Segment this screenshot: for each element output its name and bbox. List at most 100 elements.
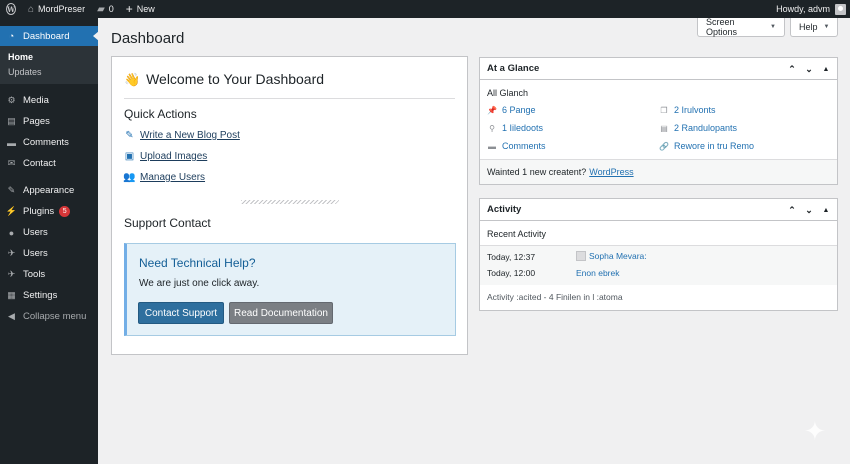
sidebar-item-tools[interactable]: ✈ Tools: [0, 264, 98, 285]
glance-item[interactable]: 🔗 Rewore in tru Remo: [659, 141, 754, 151]
plugins-update-badge: 5: [59, 206, 71, 217]
sidebar-item-users-2[interactable]: ✈ Users: [0, 243, 98, 264]
move-up-icon[interactable]: ⌃: [787, 205, 797, 216]
my-account[interactable]: Howdy, advm: [776, 3, 850, 15]
move-down-icon[interactable]: ⌄: [804, 205, 814, 216]
activity-time: Today, 12:37: [487, 252, 536, 262]
screen-options-label: Screen Options: [706, 17, 738, 37]
sidebar-item-label: Media: [23, 95, 49, 106]
glance-item[interactable]: ❐ 2 Irulvonts: [659, 105, 716, 115]
submenu-updates[interactable]: Updates: [0, 65, 98, 80]
manage-users-link[interactable]: 👥 Manage Users: [123, 172, 205, 183]
location-icon: ⚲: [489, 123, 495, 133]
comments-icon: ▬: [7, 137, 16, 148]
glance-item-label: 6 Pange: [502, 105, 536, 115]
activity-list: Today, 12:37 Sopha Mevara: Today, 12:00 …: [480, 245, 837, 285]
glance-item-label: 2 Irulvonts: [674, 105, 716, 115]
sidebar-item-label: Pages: [23, 116, 50, 127]
plugins-icon: ⚡: [5, 206, 18, 216]
caret-down-icon: ▼: [823, 24, 830, 30]
site-name-link[interactable]: ⌂ MordPreser: [22, 0, 91, 18]
list-icon: ▤: [660, 123, 668, 133]
wordpress-link[interactable]: WordPress: [589, 167, 633, 177]
dashboard-submenu: Home Updates: [0, 46, 98, 84]
sidebar-item-appearance[interactable]: ✎ Appearance: [0, 180, 98, 201]
sidebar-item-pages[interactable]: ▤ Pages: [0, 111, 98, 132]
comment-bubble-icon: ▰: [97, 3, 105, 15]
comments-count: 0: [108, 4, 114, 14]
pin-icon: 📌: [487, 105, 497, 115]
upload-images-label: Upload Images: [140, 151, 208, 162]
upload-images-link[interactable]: ▣ Upload Images: [124, 151, 208, 162]
users-icon: 👥: [123, 172, 136, 183]
glance-item[interactable]: 📌 6 Pange: [487, 105, 536, 115]
activity-item[interactable]: Sopha Mevara:: [576, 251, 647, 261]
howdy-text: Howdy, advm: [776, 4, 830, 14]
wordpress-logo-icon[interactable]: W: [0, 0, 22, 18]
waving-hand-icon: 👋: [124, 72, 141, 87]
sidebar-item-contact[interactable]: ✉ Contact: [0, 153, 98, 174]
sidebar-item-plugins[interactable]: ⚡ Plugins 5: [0, 201, 98, 222]
help-label: Help: [799, 22, 818, 32]
glance-item-label: 2 Randulopants: [674, 123, 738, 133]
move-down-icon[interactable]: ⌄: [804, 64, 814, 75]
sidebar-item-media[interactable]: ⚙ Media: [0, 90, 98, 111]
glance-item-label: Rewore in tru Remo: [674, 141, 755, 151]
caret-down-icon: ▼: [770, 24, 776, 30]
contact-icon: ✉: [7, 158, 16, 168]
activity-item[interactable]: Enon ebrek: [576, 268, 619, 278]
sidebar-item-comments[interactable]: ▬ Comments: [0, 132, 98, 153]
sidebar-item-label: Contact: [23, 158, 56, 169]
sidebar-item-label: Plugins: [23, 206, 55, 217]
collapse-menu-button[interactable]: ◀ Collapse menu: [0, 306, 98, 327]
admin-sidebar: ◔ Dashboard Home Updates ⚙ Media ▤ Pages…: [0, 18, 99, 464]
contact-support-button[interactable]: Contact Support: [138, 302, 224, 324]
sidebar-item-label: Comments: [23, 137, 69, 148]
pencil-icon: ✎: [125, 130, 134, 141]
widget-header: Activity ⌃ ⌄ ▲: [480, 199, 837, 221]
submenu-home[interactable]: Home: [0, 50, 98, 65]
settings-icon: ▦: [7, 290, 16, 300]
sidebar-item-settings[interactable]: ▦ Settings: [0, 285, 98, 306]
new-label: New: [136, 4, 155, 14]
widget-title: At a Glance: [487, 63, 540, 74]
collapse-icon: ◀: [8, 311, 15, 321]
glance-subtitle: All Glanch: [487, 88, 529, 98]
read-documentation-button[interactable]: Read Documentation: [229, 302, 333, 324]
glance-item[interactable]: ▬ Comments: [487, 141, 546, 151]
activity-item-label: Sopha Mevara:: [589, 251, 647, 261]
write-post-label: Write a New Blog Post: [140, 130, 240, 141]
widget-title: Activity: [487, 204, 522, 215]
tools-icon: ✈: [7, 269, 16, 279]
comments-link[interactable]: ▰ 0: [91, 0, 120, 18]
site-name: MordPreser: [38, 4, 86, 14]
avatar: [835, 3, 846, 15]
toggle-panel-icon[interactable]: ▲: [821, 66, 831, 73]
collapse-label: Collapse menu: [23, 311, 87, 322]
avatar: [576, 251, 586, 261]
comment-icon: ▬: [488, 141, 496, 151]
welcome-title-text: Welcome to Your Dashboard: [146, 71, 325, 87]
at-a-glance-widget: At a Glance ⌃ ⌄ ▲ All Glanch 📌 6 Pange ❐…: [479, 57, 838, 185]
help-box: Need Technical Help? We are just one cli…: [124, 243, 456, 336]
move-up-icon[interactable]: ⌃: [787, 64, 797, 75]
admin-bar: W ⌂ MordPreser ▰ 0 + New Howdy, advm: [0, 0, 850, 18]
glance-item[interactable]: ▤ 2 Randulopants: [659, 123, 737, 133]
sidebar-item-users[interactable]: ● Users: [0, 222, 98, 243]
sidebar-item-dashboard[interactable]: ◔ Dashboard: [0, 26, 99, 46]
page-title: Dashboard: [111, 30, 185, 47]
glance-item[interactable]: ⚲ 1 Iiledoots: [487, 123, 543, 133]
sparkle-icon: ✦: [804, 416, 826, 446]
image-icon: ▣: [124, 151, 135, 162]
help-button[interactable]: Help ▼: [790, 18, 838, 37]
activity-item-label: Enon ebrek: [576, 268, 620, 278]
hatched-divider: [241, 200, 339, 204]
toggle-panel-icon[interactable]: ▲: [821, 207, 831, 214]
write-post-link[interactable]: ✎ Write a New Blog Post: [124, 130, 240, 141]
new-content-link[interactable]: + New: [120, 0, 161, 18]
screen-options-button[interactable]: Screen Options ▼: [697, 17, 785, 37]
link-icon: 🔗: [659, 141, 669, 151]
sidebar-item-label: Appearance: [23, 185, 75, 196]
wrench-icon: ✈: [7, 248, 16, 258]
dashboard-icon: ◔: [8, 31, 15, 41]
